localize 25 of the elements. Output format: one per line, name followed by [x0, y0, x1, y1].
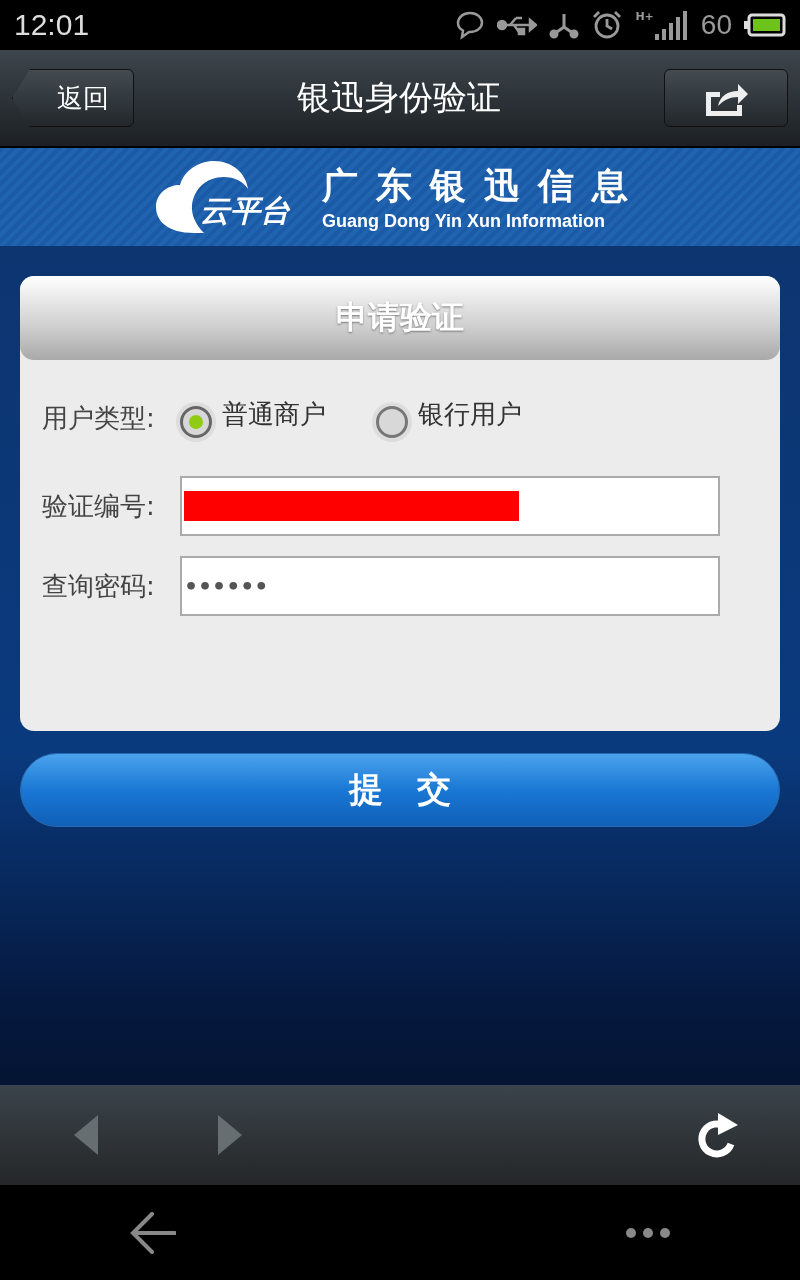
company-subtitle: Guang Dong Yin Xun Information [322, 211, 605, 232]
card-title: 申请验证 [20, 276, 780, 360]
radio-label: 普通商户 [222, 397, 326, 431]
status-time: 12:01 [14, 8, 90, 42]
submit-button[interactable]: 提 交 [20, 753, 780, 827]
battery-icon [744, 13, 786, 37]
input-field[interactable] [180, 476, 720, 536]
more-icon[interactable] [626, 1227, 670, 1238]
company-name: 广东银迅信息 [322, 164, 646, 208]
chat-bubble-icon [455, 10, 486, 40]
field-label: 查询密码: [42, 569, 156, 603]
battery-percent: 60 [700, 9, 732, 41]
share-button[interactable] [664, 69, 788, 127]
forward-arrow-icon[interactable] [216, 1115, 242, 1155]
field-label: 验证编号: [42, 489, 156, 523]
back-arrow-icon[interactable] [130, 1211, 176, 1254]
logo-text: 云平台 [200, 192, 290, 230]
radio-button[interactable] [180, 406, 212, 438]
back-button[interactable]: 返回 [12, 69, 134, 127]
page-title: 银迅身份验证 [297, 76, 501, 119]
back-arrow-icon[interactable] [74, 1115, 100, 1155]
radio-button[interactable] [376, 406, 408, 438]
radio-label: 银行用户 [418, 397, 522, 431]
password-field[interactable]: •••••• [180, 556, 720, 616]
field-label: 用户类型: [42, 401, 156, 435]
